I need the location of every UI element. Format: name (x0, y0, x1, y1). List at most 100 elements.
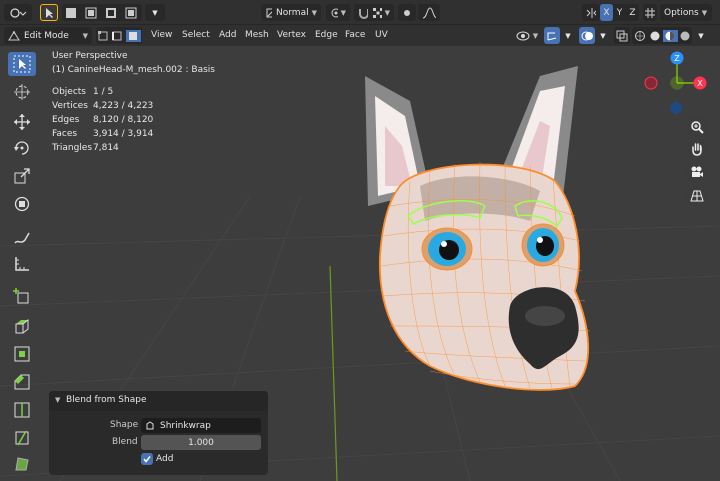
proportional-edit-icon (404, 9, 410, 16)
shading-mode-buttons[interactable] (632, 27, 692, 44)
menu-mesh[interactable]: Mesh (245, 25, 269, 45)
operator-panel: ▼ Blend from Shape Shape Shrinkwrap Blen… (49, 391, 268, 475)
extrude-tool[interactable] (8, 314, 36, 338)
magnet-icon (359, 8, 368, 19)
shading-icons (635, 29, 690, 42)
bevel-tool[interactable] (8, 370, 36, 394)
menu-edge[interactable]: Edge (315, 25, 338, 45)
overlays-options[interactable]: ▼ (596, 27, 610, 44)
mirror-y-toggle[interactable]: Y (613, 4, 626, 21)
mode-select[interactable]: Edit Mode ▼ (4, 27, 92, 44)
cursor-arrow-icon (46, 7, 53, 18)
topology-mirror-button[interactable] (643, 4, 657, 21)
menu-view[interactable]: View (151, 25, 172, 45)
knife-icon (15, 430, 29, 446)
checkmark-icon (143, 456, 151, 463)
xray-toggle[interactable] (614, 27, 630, 44)
shape-field[interactable]: Shrinkwrap (141, 418, 261, 433)
stat-label: Vertices (52, 101, 88, 111)
menu-uv[interactable]: UV (375, 25, 388, 45)
viewport-header: Edit Mode ▼ View Select Add Mesh Vertex … (0, 24, 720, 46)
axis-gizmo: Z X (644, 51, 707, 114)
add-cube-icon (13, 288, 29, 304)
scale-tool[interactable] (8, 164, 36, 188)
chevron-down-icon: ▼ (152, 8, 158, 17)
stat-row-edges: Edges 8,120 / 8,120 (52, 115, 153, 125)
selection-mode-icons (66, 7, 137, 18)
loop-cut-tool[interactable] (8, 398, 36, 422)
view-name-label: User Perspective (52, 51, 128, 61)
rotate-icon (14, 141, 29, 155)
object-name-label: (1) CanineHead-M_mesh.002 : Basis (52, 65, 215, 75)
add-checkbox[interactable] (141, 453, 153, 465)
bevel-icon (14, 374, 30, 390)
transform-orientation-label: Normal (276, 7, 309, 18)
add-cube-tool[interactable] (8, 284, 36, 308)
selection-set-buttons[interactable] (62, 4, 142, 21)
snapping-toggle[interactable]: ▼ (354, 4, 394, 21)
select-box-tool[interactable] (8, 52, 36, 76)
falloff-select[interactable] (418, 4, 440, 21)
mirror-options-button[interactable] (582, 4, 600, 21)
transform-tool[interactable] (8, 192, 36, 216)
menu-add[interactable]: Add (219, 25, 236, 45)
select-mode-buttons[interactable] (96, 27, 142, 44)
chevron-down-icon: ▼ (701, 8, 708, 17)
blend-slider[interactable]: 1.000 (141, 435, 261, 450)
menu-select[interactable]: Select (182, 25, 210, 45)
tool-shelf (4, 50, 40, 475)
operator-panel-header[interactable]: ▼ Blend from Shape (49, 391, 268, 411)
annotate-tool[interactable] (8, 226, 36, 250)
stat-value: 7,814 (93, 143, 119, 153)
measure-tool[interactable] (8, 252, 36, 276)
overlays-toggle[interactable] (579, 27, 595, 44)
orientation-icon (266, 8, 273, 17)
editor-type-button[interactable] (4, 4, 32, 21)
knife-tool[interactable] (8, 426, 36, 450)
menu-vertex[interactable]: Vertex (277, 25, 306, 45)
xray-icon (616, 30, 628, 41)
pivot-point-select[interactable]: ▼ (326, 4, 350, 21)
stat-label: Edges (52, 115, 80, 125)
toggle-ortho-button[interactable] (686, 185, 708, 207)
perspective-grid-icon (690, 190, 704, 202)
editor-type-icon (10, 7, 27, 18)
shape-value: Shrinkwrap (160, 420, 211, 431)
shading-options[interactable]: ▼ (694, 27, 708, 44)
visibility-toggle[interactable]: ▼ (514, 27, 540, 44)
menu-face[interactable]: Face (345, 25, 365, 45)
collapse-triangle-icon: ▼ (55, 396, 61, 404)
navigation-gizmo[interactable]: Z X (640, 48, 720, 123)
stat-value: 1 / 5 (93, 87, 114, 97)
stat-label: Faces (52, 129, 78, 139)
options-label: Options (664, 7, 699, 18)
options-dropdown[interactable]: Options ▼ (660, 4, 712, 21)
gizmo-options[interactable]: ▼ (561, 27, 575, 44)
transform-orientation-select[interactable]: Normal ▼ (261, 4, 321, 21)
chevron-down-icon: ▼ (600, 31, 606, 40)
gizmo-toggle[interactable] (544, 27, 560, 44)
snap-options-button[interactable]: ▼ (145, 4, 165, 21)
zoom-button[interactable] (686, 116, 708, 138)
zoom-magnifier-icon (691, 121, 704, 134)
stat-label: Objects (52, 87, 87, 97)
pan-button[interactable] (686, 138, 708, 160)
mirror-x-toggle[interactable]: X (600, 4, 613, 21)
mirror-z-toggle[interactable]: Z (626, 4, 639, 21)
proportional-editing-toggle[interactable] (398, 4, 416, 21)
move-tool[interactable] (8, 110, 36, 134)
inset-icon (14, 346, 30, 362)
rotate-tool[interactable] (8, 136, 36, 160)
chevron-down-icon: ▼ (82, 31, 88, 40)
poly-build-tool[interactable] (8, 452, 36, 476)
gizmo-z-label: Z (674, 54, 680, 63)
camera-view-button[interactable] (686, 161, 708, 183)
y-axis-line (329, 265, 338, 481)
inset-tool[interactable] (8, 342, 36, 366)
pivot-icon (331, 8, 338, 17)
axis-x-label: X (603, 7, 610, 18)
cursor-tool[interactable] (8, 80, 36, 104)
chevron-down-icon: ▼ (565, 31, 571, 40)
select-mode-button[interactable] (40, 4, 58, 21)
falloff-curve-icon (422, 6, 436, 18)
